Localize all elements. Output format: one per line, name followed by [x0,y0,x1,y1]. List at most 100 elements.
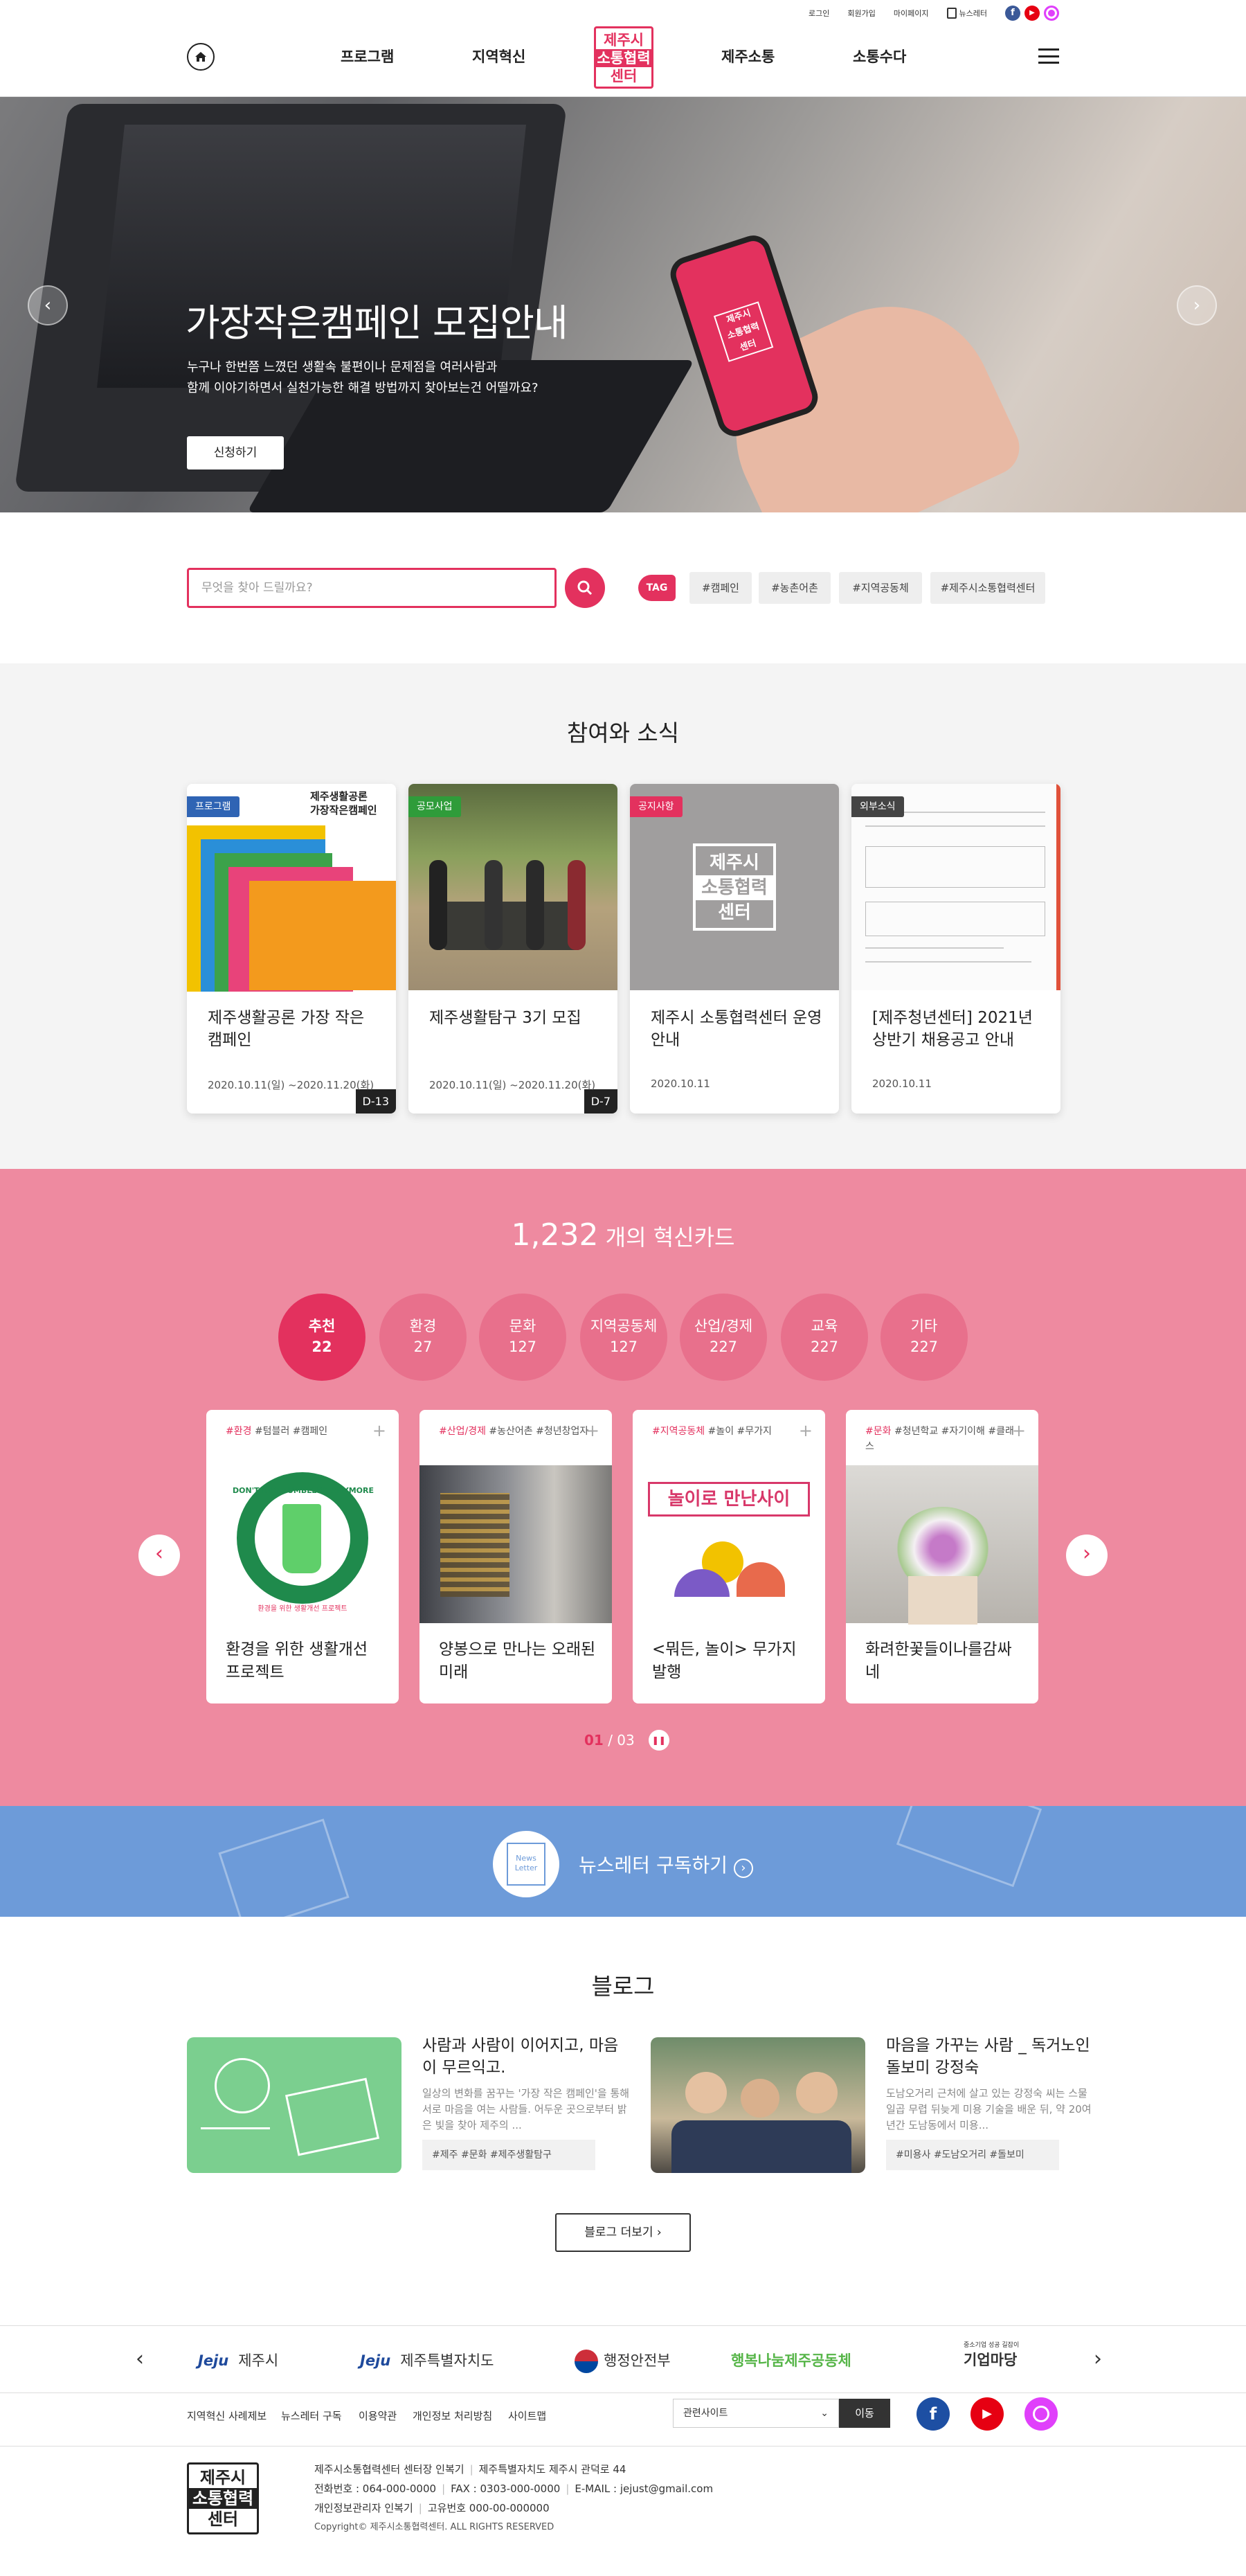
category-tab-etc[interactable]: 기타 227 [881,1294,968,1381]
card-main-tag: #지역공동체 [652,1426,705,1437]
partner-next-arrow-icon[interactable]: › [1094,2347,1102,2371]
instagram-icon[interactable] [1024,2397,1058,2431]
tag-chip[interactable]: #캠페인 [689,572,752,604]
innovation-card[interactable]: #산업/경제 #농산어촌 #청년창업자 + 양봉으로 만나는 오래된 미래 [419,1410,612,1703]
cards-next-arrow-icon[interactable]: › [1066,1535,1108,1576]
card-sub-tags: #텀블러 #캠페인 [254,1426,328,1437]
home-button[interactable] [187,43,215,71]
cards-prev-arrow-icon[interactable]: ‹ [138,1535,180,1576]
footer-link[interactable]: 개인정보 처리방침 [413,2408,492,2423]
newsletter-banner[interactable]: News Letter 뉴스레터 구독하기 › [0,1806,1246,1917]
innovation-card[interactable]: #환경 #텀블러 #캠페인 + DON'T BUY TUMBLERS ANYMO… [206,1410,399,1703]
footer-link[interactable]: 이용약관 [359,2408,397,2423]
play-poster-image: 놀이로 만난사이 [633,1465,825,1623]
footer-divider [0,2446,1246,2447]
news-card-date: 2020.10.11(일) ~2020.11.20(화) [208,1079,374,1091]
partner-happy-sharing[interactable]: 행복나눔제주공동체 [731,2350,851,2370]
category-tab-education[interactable]: 교육 227 [781,1294,868,1381]
footer-logo-line-3: 센터 [207,2510,239,2529]
hero-prev-arrow-icon[interactable]: ‹ [28,285,68,325]
center-logo-line-2: 소통협력 [693,875,776,900]
search-icon [577,580,593,596]
category-count: 27 [413,1339,433,1355]
footer-link[interactable]: 뉴스레터 구독 [281,2408,342,2423]
news-card-title: [제주청년센터] 2021년 상반기 채용공고 안내 [872,1009,1033,1049]
search-button[interactable] [565,568,605,608]
blog-thumbnail-photo[interactable] [651,2037,865,2173]
logo-line-1: 제주시 [604,32,644,48]
tag-chip[interactable]: #농촌어촌 [759,572,831,604]
plus-icon[interactable]: + [586,1421,599,1440]
jeju-wordmark: Jeju [360,2352,391,2369]
center-logo-line-1: 제주시 [710,852,759,873]
card-tags: #문화 #청년학교 #자기이해 #클래스 [865,1424,1018,1454]
partner-jeju-city[interactable]: Jeju 제주시 [198,2350,278,2370]
innovation-card-title: <뭐든, 놀이> 무가지 발행 [652,1640,797,1681]
home-icon [195,52,206,62]
nav-jeju-communication[interactable]: 제주소통 [721,46,775,66]
news-card[interactable]: 공모사업 D-7 제주생활탐구 3기 모집 2020.10.11(일) ~202… [408,784,617,1113]
plus-icon[interactable]: + [372,1421,386,1440]
blog-post-title[interactable]: 사람과 사람이 이어지고, 마음이 무르익고. [422,2034,630,2079]
category-tab-community[interactable]: 지역공동체 127 [580,1294,667,1381]
footer-link[interactable]: 지역혁신 사례제보 [187,2408,267,2423]
blog-post-tags[interactable]: #제주 #문화 #제주생활탐구 [422,2140,595,2170]
related-sites-select[interactable]: 관련사이트 ⌄ [673,2399,839,2428]
category-badge: 외부소식 [851,796,904,817]
youtube-icon[interactable]: ▶ [970,2397,1004,2431]
envelope-decoration [896,1806,1042,1888]
category-tab-environment[interactable]: 환경 27 [379,1294,467,1381]
pause-icon[interactable]: ❚❚ [648,1730,669,1751]
jeju-wordmark: Jeju [198,2352,229,2369]
hero-description: 누구나 한번쯤 느꼈던 생활속 불편이나 문제점을 여러사람과 함께 이야기하면… [187,357,630,399]
innovation-card[interactable]: #문화 #청년학교 #자기이해 #클래스 + 화려한꽃들이나를감싸네 [846,1410,1038,1703]
card-main-tag: #문화 [865,1426,892,1437]
category-badge: 프로그램 [187,796,240,817]
tag-chip[interactable]: #지역공동체 [839,572,922,604]
partner-prev-arrow-icon[interactable]: ‹ [136,2347,144,2371]
go-button[interactable]: 이동 [839,2399,890,2428]
blog-more-button[interactable]: 블로그 더보기 › [555,2213,691,2252]
page-current: 01 [584,1732,604,1748]
hero-next-arrow-icon[interactable]: › [1177,285,1217,325]
innovation-card[interactable]: #지역공동체 #놀이 #무가지 + 놀이로 만난사이 <뭐든, 놀이> 무가지 … [633,1410,825,1703]
hero-desc-line-1: 누구나 한번쯤 느꼈던 생활속 불편이나 문제점을 여러사람과 [187,360,498,375]
search-input[interactable]: 무엇을 찾아 드릴까요? [187,568,557,608]
category-label: 문화 [509,1318,536,1334]
tag-chip[interactable]: #제주시소통협력센터 [930,572,1045,604]
partner-jeju-province[interactable]: Jeju 제주특별자치도 [360,2350,494,2370]
blog-thumbnail-illustration[interactable] [187,2037,401,2173]
nav-regional-innovation[interactable]: 지역혁신 [472,46,525,66]
logo-line-2: 소통협력 [594,49,653,67]
center-logo: 제주시 소통협력 센터 [693,843,776,931]
plus-icon[interactable]: + [799,1421,813,1440]
plus-icon[interactable]: + [1012,1421,1026,1440]
news-card-date: 2020.10.11 [872,1077,932,1090]
site-logo[interactable]: 제주시 소통협력 센터 [594,26,653,89]
newsletter-subscribe-link[interactable]: 뉴스레터 구독하기 › [579,1850,753,1878]
blog-post-title[interactable]: 마음을 가꾸는 사람 _ 독거노인 돌보미 강정숙 [886,2034,1094,2079]
related-sites-label: 관련사이트 [683,2408,728,2419]
news-card[interactable]: 외부소식 [제주청년센터] 2021년 상반기 채용공고 안내 2020.10.… [851,784,1060,1113]
news-card[interactable]: 제주시 소통협력 센터 공지사항 제주시 소통협력센터 운영안내 2020.10… [630,784,839,1113]
facebook-icon[interactable]: f [917,2397,950,2431]
nav-talk[interactable]: 소통수다 [853,46,906,66]
category-tab-economy[interactable]: 산업/경제 227 [680,1294,767,1381]
hamburger-menu-icon[interactable] [1038,48,1059,64]
nav-program[interactable]: 프로그램 [341,46,394,66]
partner-bizmarket[interactable]: 중소기업 성공 길잡이 기업마당 [964,2342,1019,2370]
chevron-right-icon: › [656,2226,662,2239]
hero-desc-line-2: 함께 이야기하면서 실천가능한 해결 방법까지 찾아보는건 어떨까요? [187,381,539,395]
innovation-card-count: 1,232 개의 혁신카드 [0,1217,1246,1253]
category-tab-culture[interactable]: 문화 127 [479,1294,566,1381]
footer-info-line-2: 전화번호 : 064-000-0000 | FAX : 0303-000-0000 |… [314,2483,714,2495]
card-main-tag: #산업/경제 [439,1426,486,1437]
category-tab-recommend[interactable]: 추천 22 [278,1294,365,1381]
cards-pagination: 01 / 03 ❚❚ [584,1730,669,1751]
blog-post-tags[interactable]: #미용사 #도남오거리 #돌보미 [886,2140,1059,2170]
footer-link[interactable]: 사이트맵 [508,2408,546,2423]
news-card[interactable]: 제주생활공론 가장작은캠페인 프로그램 D-13 제주생활공론 가장 작은 캠페… [187,784,396,1113]
apply-button[interactable]: 신청하기 [187,436,284,469]
play-poster-text: 놀이로 만난사이 [648,1482,810,1517]
partner-ministry[interactable]: 행정안전부 [575,2350,671,2373]
